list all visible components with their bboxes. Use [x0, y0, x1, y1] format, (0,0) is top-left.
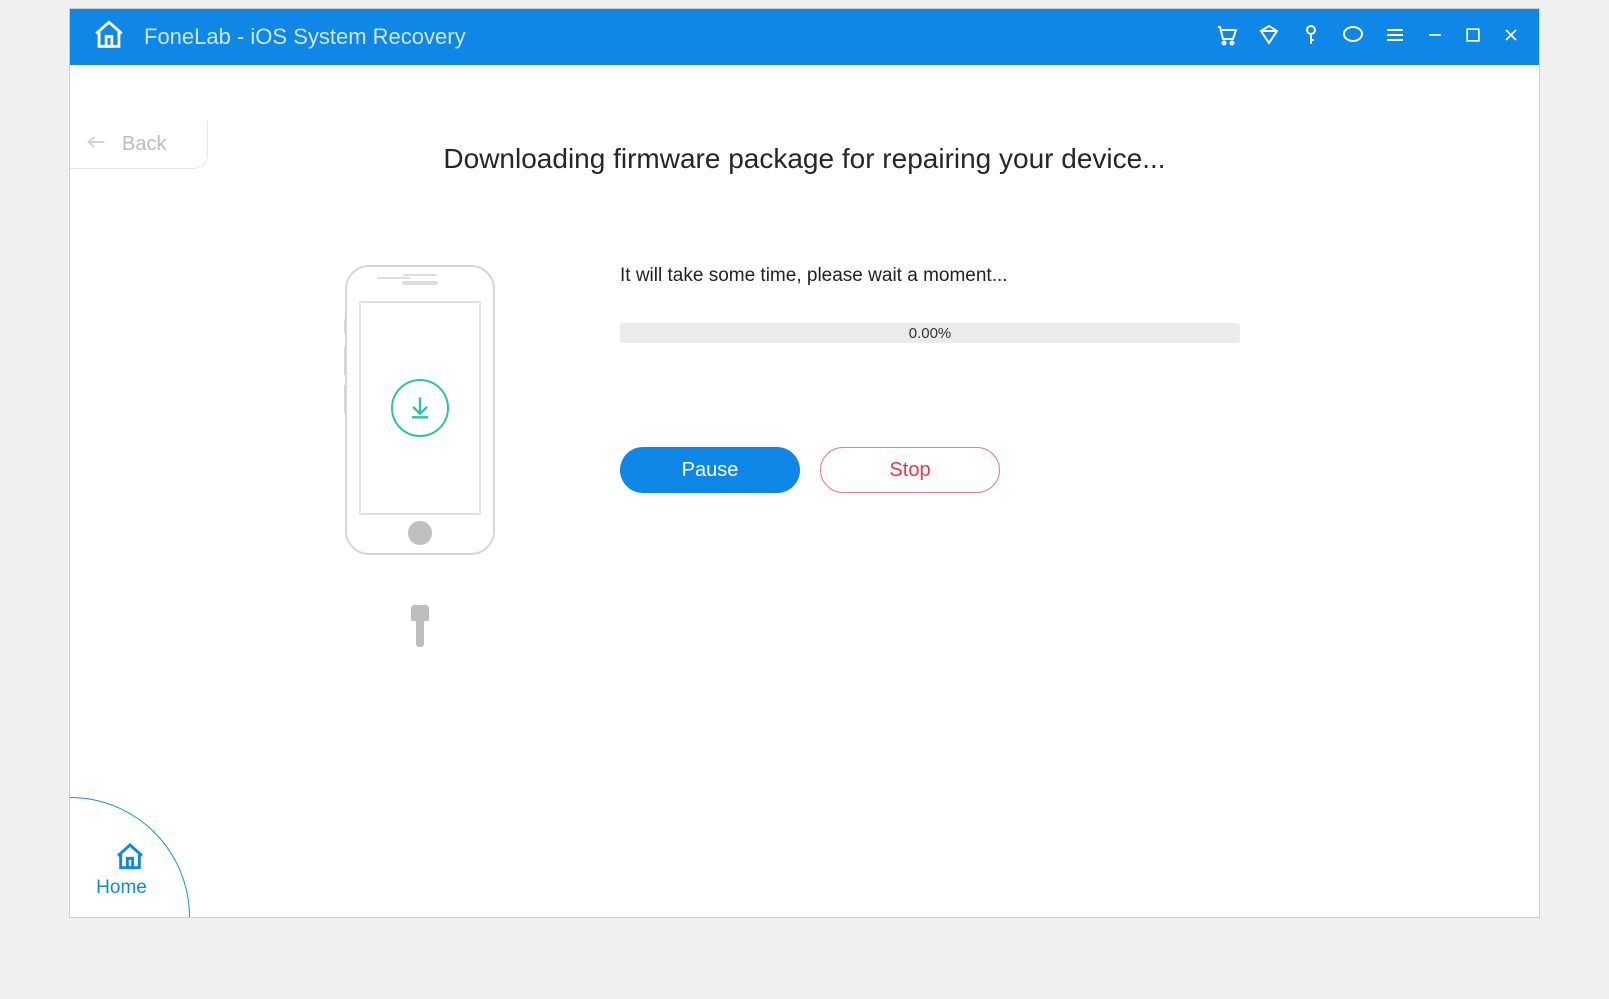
cable-icon	[412, 605, 428, 647]
titlebar: FoneLab - iOS System Recovery	[70, 9, 1539, 65]
home-logo-icon	[92, 18, 126, 57]
phone-illustration	[330, 265, 510, 605]
main-content: Back Downloading firmware package for re…	[70, 65, 1539, 917]
page-heading: Downloading firmware package for repairi…	[70, 143, 1539, 175]
home-label: Home	[96, 877, 147, 899]
back-label: Back	[122, 133, 166, 156]
download-icon	[391, 379, 449, 437]
home-button[interactable]: Home	[70, 797, 190, 917]
app-title: FoneLab - iOS System Recovery	[144, 24, 466, 50]
progress-label: 0.00%	[909, 325, 952, 342]
pause-button[interactable]: Pause	[620, 447, 800, 493]
titlebar-icon-group	[1215, 23, 1521, 52]
key-icon[interactable]	[1299, 23, 1323, 52]
diamond-icon[interactable]	[1257, 23, 1281, 52]
progress-bar: 0.00%	[620, 323, 1240, 343]
back-arrow-icon	[86, 133, 106, 156]
app-window: FoneLab - iOS System Recovery	[69, 8, 1540, 918]
close-icon[interactable]	[1501, 25, 1521, 50]
wait-message: It will take some time, please wait a mo…	[620, 265, 1260, 287]
maximize-icon[interactable]	[1463, 25, 1483, 50]
cart-icon[interactable]	[1215, 23, 1239, 52]
hamburger-menu-icon[interactable]	[1383, 23, 1407, 52]
chat-icon[interactable]	[1341, 23, 1365, 52]
stop-button[interactable]: Stop	[820, 447, 1000, 493]
back-button[interactable]: Back	[70, 121, 208, 169]
minimize-icon[interactable]	[1425, 25, 1445, 50]
